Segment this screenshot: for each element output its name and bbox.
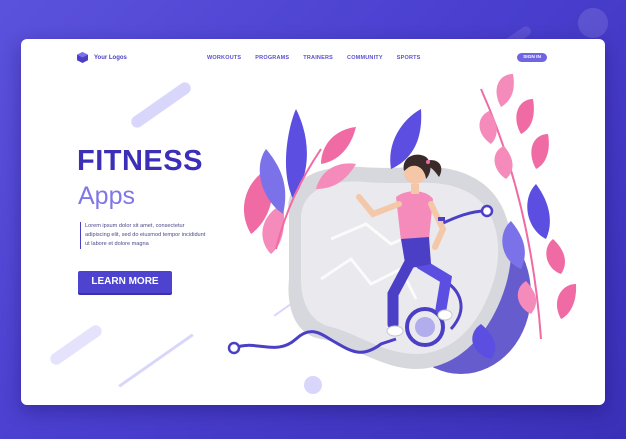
runner-neck — [411, 184, 419, 194]
route-end-dot — [480, 204, 494, 218]
fitness-band — [438, 217, 445, 221]
leaf-pink — [494, 146, 513, 179]
runner-shorts — [401, 237, 431, 269]
landing-card: Your Logos WORKOUTS PROGRAMS TRAINERS CO… — [21, 39, 605, 405]
leaf-pink — [516, 99, 534, 134]
background-circle-deco — [578, 8, 608, 38]
runner-torso — [396, 191, 433, 241]
leaf-pink — [496, 74, 514, 107]
leaf-pink — [546, 239, 565, 274]
running-girl-illustration — [227, 74, 577, 374]
runner-shoe — [386, 325, 404, 337]
runner-hair-tie — [426, 160, 430, 164]
runner-shoe — [437, 309, 453, 321]
route-start-dot — [227, 341, 241, 355]
leaf-pink — [479, 111, 497, 144]
leaf-pink — [321, 127, 356, 164]
leaf-pink — [556, 284, 577, 319]
leaf-blue — [527, 184, 550, 239]
leaf-pink — [531, 134, 549, 169]
location-ring-inner — [415, 317, 435, 337]
